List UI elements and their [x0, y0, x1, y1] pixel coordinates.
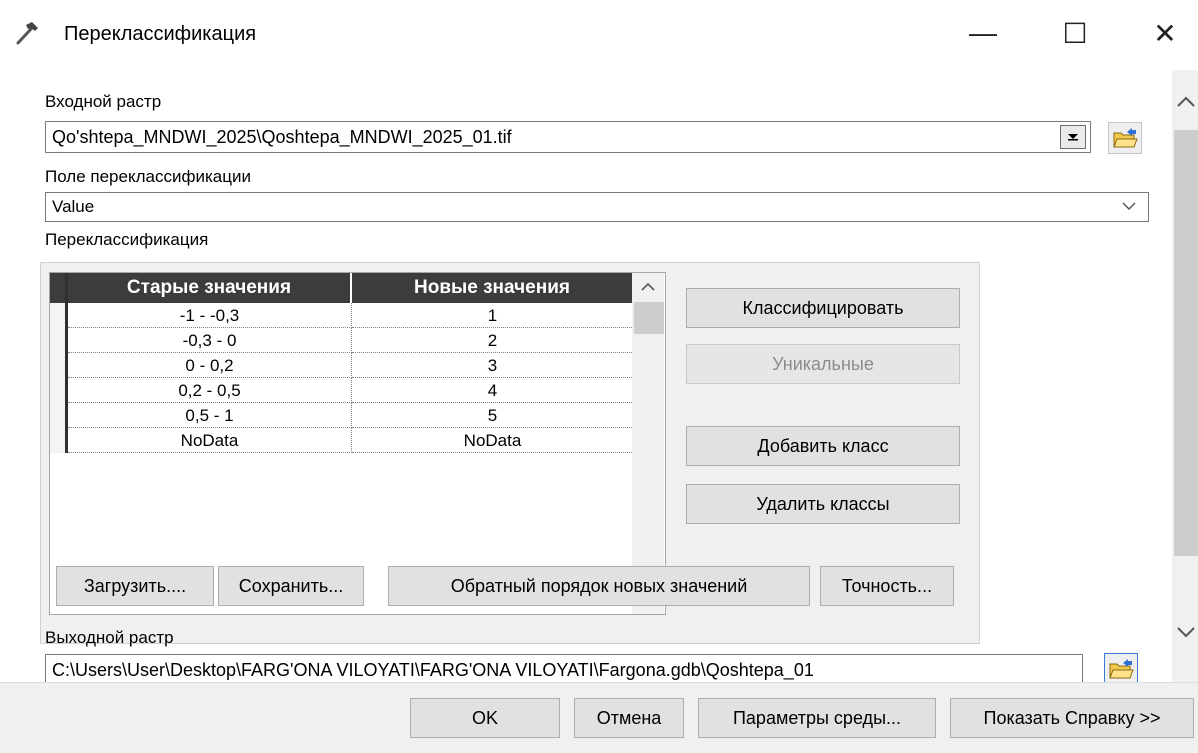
- reclassification-label: Переклассификация: [45, 230, 209, 249]
- environments-button[interactable]: Параметры среды...: [698, 698, 936, 738]
- table-corner: [50, 273, 68, 303]
- cancel-button[interactable]: Отмена: [574, 698, 684, 738]
- precision-button[interactable]: Точность...: [820, 566, 954, 606]
- column-header-new-values[interactable]: Новые значения: [352, 273, 634, 303]
- chevron-down-icon: [1068, 134, 1078, 141]
- unique-button[interactable]: Уникальные: [686, 344, 960, 384]
- window-title: Переклассификация: [64, 23, 257, 45]
- input-raster-browse-button[interactable]: [1108, 122, 1142, 154]
- reclass-field-select[interactable]: Value: [45, 192, 1149, 222]
- new-value-cell[interactable]: 1: [352, 303, 634, 328]
- delete-classes-button[interactable]: Удалить классы: [686, 484, 960, 524]
- open-folder-icon: [1113, 128, 1138, 148]
- minimize-button[interactable]: —: [960, 14, 1006, 52]
- output-raster-field[interactable]: C:\Users\User\Desktop\FARG'ONA VILOYATI\…: [45, 654, 1083, 682]
- input-raster-combobox[interactable]: Qo'shtepa_MNDWI_2025\Qoshtepa_MNDWI_2025…: [45, 121, 1091, 153]
- scroll-up-icon[interactable]: [1176, 96, 1196, 108]
- show-help-button[interactable]: Показать Справку >>: [950, 698, 1194, 738]
- close-icon: ✕: [1153, 17, 1177, 49]
- add-class-button[interactable]: Добавить класс: [686, 426, 960, 466]
- column-header-old-values[interactable]: Старые значения: [68, 273, 352, 303]
- scroll-down-icon[interactable]: [1176, 626, 1196, 638]
- row-header[interactable]: [50, 353, 68, 378]
- input-raster-value: Qo'shtepa_MNDWI_2025\Qoshtepa_MNDWI_2025…: [52, 127, 512, 147]
- output-raster-value: C:\Users\User\Desktop\FARG'ONA VILOYATI\…: [52, 660, 814, 680]
- chevron-down-icon: [1122, 202, 1136, 211]
- save-button[interactable]: Сохранить...: [218, 566, 364, 606]
- output-raster-browse-button[interactable]: [1104, 653, 1138, 682]
- old-value-cell[interactable]: -0,3 - 0: [68, 328, 352, 353]
- input-raster-dropdown-button[interactable]: [1060, 125, 1086, 149]
- scroll-up-icon[interactable]: [640, 282, 656, 292]
- reverse-new-values-button[interactable]: Обратный порядок новых значений: [388, 566, 810, 606]
- load-button[interactable]: Загрузить....: [56, 566, 214, 606]
- reclass-table[interactable]: Старые значения Новые значения -1 - -0,3…: [49, 272, 666, 615]
- old-value-cell[interactable]: NoData: [68, 428, 352, 453]
- row-header[interactable]: [50, 378, 68, 403]
- close-button[interactable]: ✕: [1142, 14, 1188, 52]
- old-value-cell[interactable]: 0,2 - 0,5: [68, 378, 352, 403]
- old-value-cell[interactable]: 0,5 - 1: [68, 403, 352, 428]
- ok-button[interactable]: OK: [410, 698, 560, 738]
- table-scrollbar-thumb[interactable]: [634, 302, 664, 334]
- minimize-icon: —: [969, 17, 997, 48]
- open-folder-icon: [1109, 659, 1134, 679]
- new-value-cell[interactable]: NoData: [352, 428, 634, 453]
- new-value-cell[interactable]: 4: [352, 378, 634, 403]
- maximize-button[interactable]: ☐: [1052, 14, 1098, 52]
- row-header[interactable]: [50, 328, 68, 353]
- classify-button[interactable]: Классифицировать: [686, 288, 960, 328]
- row-header[interactable]: [50, 403, 68, 428]
- input-raster-label: Входной растр: [45, 92, 162, 111]
- row-header[interactable]: [50, 428, 68, 453]
- reclass-field-value: Value: [52, 197, 95, 216]
- new-value-cell[interactable]: 5: [352, 403, 634, 428]
- old-value-cell[interactable]: 0 - 0,2: [68, 353, 352, 378]
- output-raster-label: Выходной растр: [45, 628, 174, 647]
- new-value-cell[interactable]: 3: [352, 353, 634, 378]
- dialog-content: Входной растр Qo'shtepa_MNDWI_2025\Qosht…: [0, 70, 1198, 682]
- old-value-cell[interactable]: -1 - -0,3: [68, 303, 352, 328]
- dialog-scrollbar-thumb[interactable]: [1174, 130, 1198, 556]
- maximize-icon: ☐: [1062, 17, 1088, 49]
- hammer-icon: [16, 22, 38, 45]
- reclass-field-label: Поле переклассификации: [45, 167, 251, 186]
- new-value-cell[interactable]: 2: [352, 328, 634, 353]
- row-header[interactable]: [50, 303, 68, 328]
